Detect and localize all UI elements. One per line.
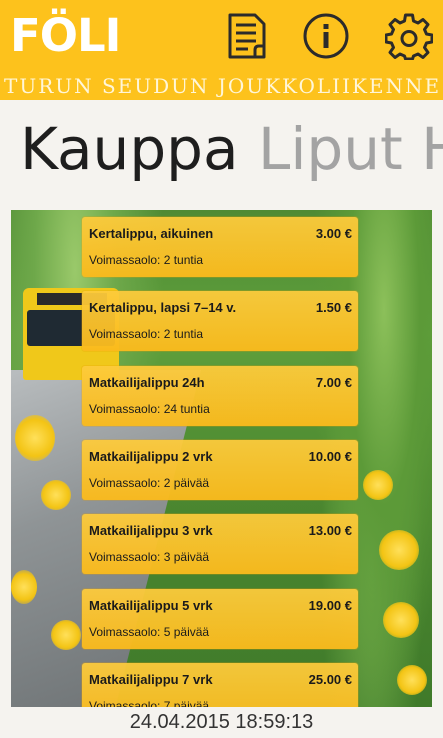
flower xyxy=(397,665,427,695)
flower xyxy=(41,480,71,510)
ticket-price: 10.00 € xyxy=(308,449,352,464)
ticket-price: 3.00 € xyxy=(315,226,352,241)
flower xyxy=(51,620,81,650)
info-button[interactable] xyxy=(302,12,350,60)
settings-gear-icon xyxy=(385,13,433,60)
ticket-item[interactable]: Matkailijalippu 7 vrk 25.00 € Voimassaol… xyxy=(82,663,358,707)
ticket-validity: Voimassaolo: 3 päivää xyxy=(89,550,210,564)
ticket-item[interactable]: Kertalippu, aikuinen 3.00 € Voimassaolo:… xyxy=(82,217,358,277)
ticket-list-panel[interactable]: Kertalippu, aikuinen 3.00 € Voimassaolo:… xyxy=(11,210,432,707)
info-icon xyxy=(303,13,349,59)
ticket-price: 13.00 € xyxy=(308,523,352,538)
ticket-price: 1.50 € xyxy=(315,300,352,315)
pivot-header: Kauppa Liput H xyxy=(0,100,443,210)
status-datetime: 24.04.2015 18:59:13 xyxy=(129,711,314,733)
tab-kauppa[interactable]: Kauppa xyxy=(20,114,239,184)
ticket-validity: Voimassaolo: 2 päivää xyxy=(89,476,210,490)
flower xyxy=(11,570,37,604)
ticket-validity: Voimassaolo: 7 päivää xyxy=(89,699,210,707)
flower xyxy=(363,470,393,500)
ticket-name: Matkailijalippu 5 vrk xyxy=(89,598,213,613)
flower xyxy=(383,602,419,638)
ticket-item[interactable]: Kertalippu, lapsi 7–14 v. 1.50 € Voimass… xyxy=(82,291,358,351)
ticket-price: 25.00 € xyxy=(308,672,352,687)
ticket-validity: Voimassaolo: 2 tuntia xyxy=(89,253,204,267)
subtitle-bar: TURUN SEUDUN JOUKKOLIIKENNE xyxy=(0,72,443,100)
ticket-price: 7.00 € xyxy=(315,375,352,390)
notes-button[interactable] xyxy=(222,12,270,60)
ticket-validity: Voimassaolo: 5 päivää xyxy=(89,625,210,639)
ticket-name: Matkailijalippu 2 vrk xyxy=(89,449,213,464)
notes-icon xyxy=(228,13,266,59)
ticket-validity: Voimassaolo: 24 tuntia xyxy=(89,402,210,416)
ticket-name: Matkailijalippu 7 vrk xyxy=(89,672,213,687)
ticket-validity: Voimassaolo: 2 tuntia xyxy=(89,327,204,341)
foli-logo: FÖLI xyxy=(10,9,121,62)
flower xyxy=(15,415,55,461)
ticket-name: Kertalippu, aikuinen xyxy=(89,226,214,241)
ticket-name: Kertalippu, lapsi 7–14 v. xyxy=(89,300,237,315)
ticket-item[interactable]: Matkailijalippu 5 vrk 19.00 € Voimassaol… xyxy=(82,589,358,649)
tab-liput[interactable]: Liput H xyxy=(258,114,443,184)
ticket-name: Matkailijalippu 3 vrk xyxy=(89,523,213,538)
ticket-item[interactable]: Matkailijalippu 2 vrk 10.00 € Voimassaol… xyxy=(82,440,358,500)
subtitle-text: TURUN SEUDUN JOUKKOLIIKENNE xyxy=(4,74,442,98)
ticket-item[interactable]: Matkailijalippu 3 vrk 13.00 € Voimassaol… xyxy=(82,514,358,574)
app-header: FÖLI xyxy=(0,0,443,72)
settings-button[interactable] xyxy=(385,12,433,60)
flower xyxy=(379,530,419,570)
ticket-item[interactable]: Matkailijalippu 24h 7.00 € Voimassaolo: … xyxy=(82,366,358,426)
ticket-price: 19.00 € xyxy=(308,598,352,613)
ticket-name: Matkailijalippu 24h xyxy=(89,375,205,390)
